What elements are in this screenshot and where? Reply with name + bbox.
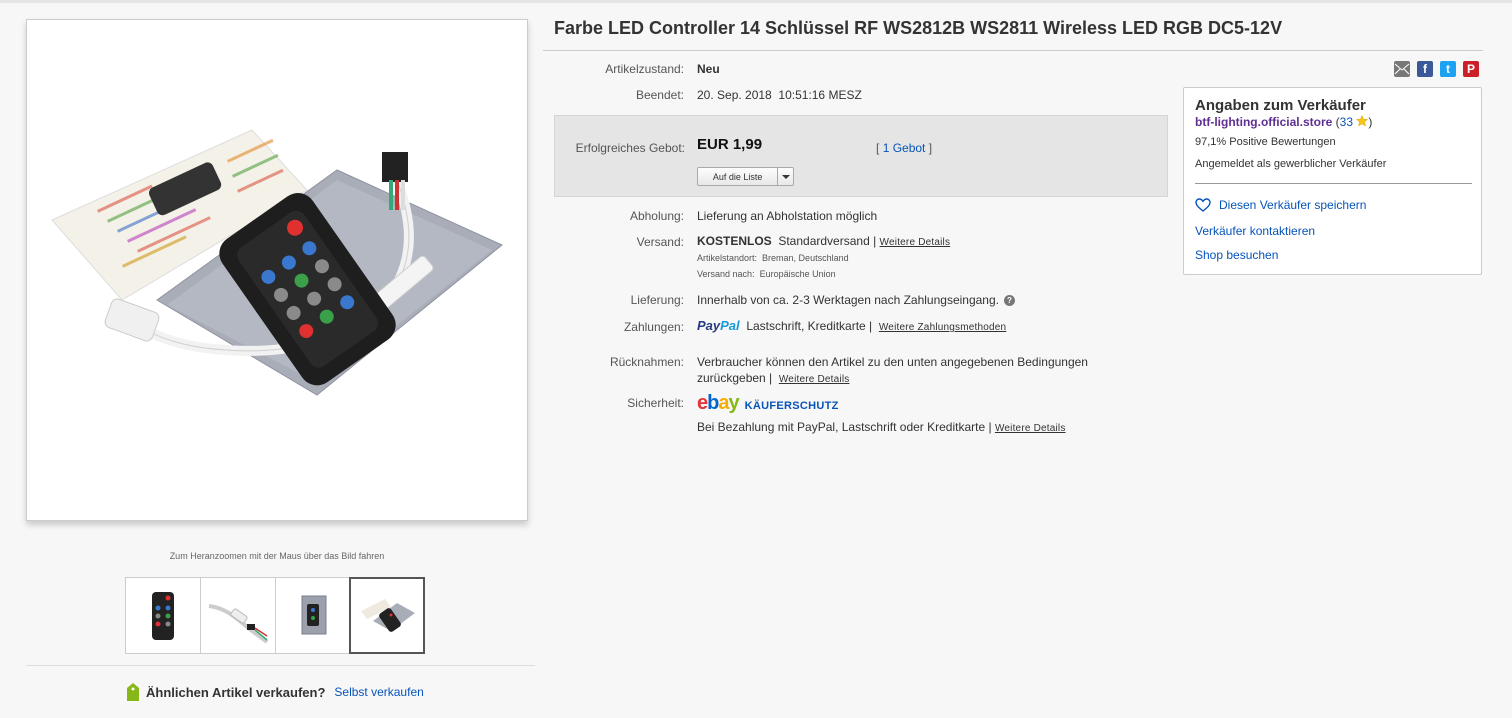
price-tag-icon: [127, 683, 139, 701]
ships-to-value: Europäische Union: [759, 269, 836, 279]
seller-divider: [1195, 183, 1472, 184]
twitter-icon[interactable]: t: [1440, 61, 1456, 77]
seller-store-link[interactable]: btf-lighting.official.store: [1195, 115, 1332, 129]
seller-heading: Angaben zum Verkäufer: [1195, 97, 1366, 114]
location-label: Artikelstandort:: [697, 253, 758, 263]
payments-row: PayPal Lastschrift, Kreditkarte | Weiter…: [697, 318, 1006, 333]
title-divider: [543, 50, 1483, 51]
security-row: Bei Bezahlung mit PayPal, Lastschrift od…: [697, 420, 1066, 434]
location-value: Breman, Deutschland: [762, 253, 849, 263]
seller-store-row: btf-lighting.official.store (33 ): [1195, 114, 1373, 129]
paypal-logo: PayPal: [697, 318, 740, 333]
chevron-down-icon: [781, 174, 790, 179]
payments-label: Zahlungen:: [623, 320, 684, 334]
feedback-close: ): [1368, 115, 1373, 129]
buyer-protection-text: KÄUFERSCHUTZ: [744, 400, 839, 412]
shipping-method: Standardversand |: [778, 234, 877, 248]
thumbnail-cable[interactable]: [200, 577, 276, 654]
final-price: EUR 1,99: [697, 136, 763, 153]
thumbnail-set[interactable]: [349, 577, 425, 654]
pickup-value: Lieferung an Abholstation möglich: [697, 209, 878, 223]
save-seller-link[interactable]: Diesen Verkäufer speichern: [1195, 198, 1366, 212]
facebook-icon[interactable]: f: [1417, 61, 1433, 77]
visit-shop-link[interactable]: Shop besuchen: [1195, 248, 1278, 262]
watchlist-label: Auf die Liste: [712, 171, 763, 182]
sell-question: Ähnlichen Artikel verkaufen?: [146, 684, 326, 700]
item-title: Farbe LED Controller 14 Schlüssel RF WS2…: [554, 18, 1283, 38]
security-text: Bei Bezahlung mit PayPal, Lastschrift od…: [697, 420, 992, 434]
shipping-label: Versand:: [636, 235, 684, 249]
ships-to-label: Versand nach:: [697, 269, 755, 279]
main-product-image[interactable]: [26, 19, 528, 521]
shipping-value: KOSTENLOS Standardversand | Weitere Deta…: [697, 234, 950, 248]
bid-box: Erfolgreiches Gebot: EUR 1,99 [ 1 Gebot …: [554, 115, 1168, 197]
bid-bracket-close: ]: [928, 141, 933, 155]
condition-value: Neu: [697, 62, 720, 76]
positive-feedback: 97,1% Positive Bewertungen: [1195, 136, 1336, 148]
seller-info-box: Angaben zum Verkäufer btf-lighting.offic…: [1183, 87, 1482, 275]
save-seller-label: Diesen Verkäufer speichern: [1219, 198, 1367, 212]
condition-label: Artikelzustand:: [605, 62, 684, 76]
bid-count: [ 1 Gebot ]: [876, 141, 932, 155]
star-icon: [1356, 114, 1369, 127]
payment-methods: Lastschrift, Kreditkarte |: [746, 319, 873, 333]
returns-line2: zurückgeben |: [697, 371, 773, 385]
returns-details-link[interactable]: Weitere Details: [779, 374, 850, 385]
ended-value: 20. Sep. 2018 10:51:16 MESZ: [697, 88, 862, 102]
ended-label: Beendet:: [635, 88, 684, 102]
email-icon[interactable]: [1394, 61, 1410, 77]
sell-similar-row: Ähnlichen Artikel verkaufen? Selbst verk…: [127, 683, 424, 701]
business-seller-note: Angemeldet als gewerblicher Verkäufer: [1195, 158, 1387, 170]
returns-label: Rücknahmen:: [609, 355, 684, 369]
security-label: Sicherheit:: [627, 396, 684, 410]
thumbnail-bag[interactable]: [275, 577, 351, 654]
top-bar: [0, 0, 1512, 3]
shipping-details-link[interactable]: Weitere Details: [880, 237, 951, 248]
security-details-link[interactable]: Weitere Details: [995, 423, 1066, 434]
product-photo-illustration: [51, 129, 503, 396]
thumbnail-remote[interactable]: [125, 577, 201, 654]
share-icons: f t P: [1394, 61, 1479, 77]
feedback-count[interactable]: 33: [1340, 115, 1353, 129]
delivery-label: Lieferung:: [630, 293, 684, 307]
zoom-hint: Zum Heranzoomen mit der Maus über das Bi…: [169, 551, 385, 561]
winning-bid-label: Erfolgreiches Gebot:: [575, 141, 685, 155]
heart-icon: [1195, 198, 1211, 212]
ships-to: Versand nach: Europäische Union: [697, 269, 836, 279]
delivery-value: Innerhalb von ca. 2-3 Werktagen nach Zah…: [697, 293, 999, 307]
add-to-watchlist-button[interactable]: Auf die Liste: [697, 167, 794, 186]
item-location: Artikelstandort: Breman, Deutschland: [697, 253, 849, 263]
shipping-free: KOSTENLOS: [697, 234, 772, 248]
help-icon[interactable]: ?: [1003, 295, 1015, 307]
left-divider: [26, 665, 535, 666]
pickup-label: Abholung:: [629, 209, 684, 223]
watchlist-dropdown[interactable]: [777, 168, 793, 185]
pinterest-icon[interactable]: P: [1463, 61, 1479, 77]
returns-line1: Verbraucher können den Artikel zu den un…: [697, 355, 1088, 369]
delivery-row: Innerhalb von ca. 2-3 Werktagen nach Zah…: [697, 293, 1015, 307]
bid-bracket-open: [: [876, 141, 880, 155]
sell-yourself-link[interactable]: Selbst verkaufen: [334, 685, 423, 699]
bid-history-link[interactable]: 1 Gebot: [883, 141, 926, 155]
ebay-buyer-protection-logo[interactable]: ebay KÄUFERSCHUTZ: [697, 392, 839, 415]
contact-seller-link[interactable]: Verkäufer kontaktieren: [1195, 224, 1315, 238]
payment-methods-link[interactable]: Weitere Zahlungsmethoden: [879, 322, 1006, 333]
returns-line2-row: zurückgeben | Weitere Details: [697, 371, 849, 385]
